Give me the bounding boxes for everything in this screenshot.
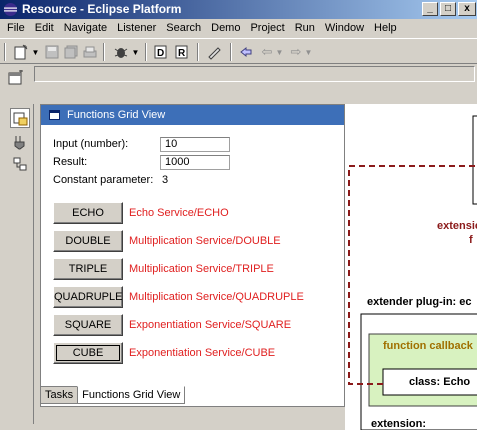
quadruple-button[interactable]: QUADRUPLE [53,286,123,308]
extender-plugin-label: extender plug-in: ec [367,296,472,308]
view-bottom-border [40,406,345,407]
menu-project[interactable]: Project [245,19,289,38]
plugin-perspective-icon[interactable] [10,132,30,152]
function-callback-label: function callback [383,340,473,352]
last-edit-location-icon[interactable] [237,43,255,61]
menu-demo[interactable]: Demo [206,19,245,38]
forward-icon[interactable]: ⇨ [288,43,304,61]
debug-dropdown-icon[interactable]: ▼ [131,43,140,61]
debug-perspective-icon[interactable] [10,154,30,174]
window-title: Resource - Eclipse Platform [22,2,182,16]
new-dropdown-icon[interactable]: ▼ [31,43,40,61]
menu-navigate[interactable]: Navigate [59,19,112,38]
view-window-icon [49,110,60,120]
triple-service-label: Multiplication Service/TRIPLE [129,263,274,275]
extension-label: extension: [371,418,427,430]
cube-button[interactable]: CUBE [53,342,123,364]
echo-button[interactable]: ECHO [53,202,123,224]
quadruple-service-label: Multiplication Service/QUADRUPLE [129,291,304,303]
result-label: Result: [53,156,88,168]
toolbar-separator [145,43,147,61]
debug-icon[interactable] [112,43,130,61]
back-icon[interactable]: ⇦ [259,43,275,61]
extension-text-2: f [469,234,473,246]
menu-bar: File Edit Navigate Listener Search Demo … [0,19,477,38]
open-perspective-icon[interactable] [6,68,26,88]
double-service-label: Multiplication Service/DOUBLE [129,235,281,247]
constant-value: 3 [162,174,169,186]
shortcut-bar-area [34,66,475,82]
forward-dropdown-icon[interactable]: ▼ [304,43,313,61]
resource-perspective-icon[interactable] [10,108,30,128]
input-label: Input (number): [53,138,129,150]
input-field[interactable]: 10 [160,137,230,152]
tab-functions-grid-view[interactable]: Functions Grid View [77,386,186,404]
diagram-area: extensio f extender plug-in: ec function… [345,104,477,430]
functions-grid-view: Functions Grid View Input (number): 10 R… [40,104,345,407]
menu-window[interactable]: Window [320,19,369,38]
menu-search[interactable]: Search [161,19,206,38]
eclipse-window: Resource - Eclipse Platform _ □ x File E… [0,0,477,430]
toolbar-grip [4,43,6,61]
view-title-bar[interactable]: Functions Grid View [41,105,344,125]
top-box-edge [472,115,477,205]
toolbar-separator [230,43,232,61]
back-dropdown-icon[interactable]: ▼ [275,43,284,61]
view-tab-strip: Tasks Functions Grid View [40,386,186,406]
menu-listener[interactable]: Listener [112,19,161,38]
constant-label: Constant parameter: [53,174,154,186]
perspective-shortcut-bar [6,104,34,424]
toolbar-separator [103,43,105,61]
edit-pencil-icon[interactable] [205,43,223,61]
extension-text: extensio [437,220,477,232]
eclipse-logo-icon [4,3,17,16]
new-wizard-icon[interactable] [12,43,30,61]
menu-file[interactable]: File [2,19,30,38]
save-all-icon[interactable] [63,43,79,61]
double-button[interactable]: DOUBLE [53,230,123,252]
result-field[interactable]: 1000 [160,155,230,170]
main-toolbar: ▼ ▼ D R ⇦ ▼ ⇨ ▼ [0,38,477,64]
title-bar[interactable]: Resource - Eclipse Platform _ □ x [0,0,477,19]
save-icon[interactable] [44,43,60,61]
toolbar-separator [197,43,199,61]
close-button[interactable]: x [458,2,476,16]
square-service-label: Exponentiation Service/SQUARE [129,319,292,331]
menu-run[interactable]: Run [290,19,320,38]
open-type-icon[interactable]: D [152,43,170,61]
echo-service-label: Echo Service/ECHO [129,207,229,219]
maximize-button[interactable]: □ [440,2,456,16]
perspective-bar [0,64,477,98]
open-resource-icon[interactable]: R [173,43,191,61]
svg-text:D: D [157,48,164,59]
menu-help[interactable]: Help [369,19,402,38]
square-button[interactable]: SQUARE [53,314,123,336]
class-label: class: Echo [409,376,471,388]
print-icon[interactable] [82,43,98,61]
menu-edit[interactable]: Edit [30,19,59,38]
triple-button[interactable]: TRIPLE [53,258,123,280]
tab-tasks[interactable]: Tasks [40,386,79,404]
svg-text:R: R [178,48,186,59]
cube-service-label: Exponentiation Service/CUBE [129,347,276,359]
view-title: Functions Grid View [67,109,166,121]
minimize-button[interactable]: _ [422,2,438,16]
